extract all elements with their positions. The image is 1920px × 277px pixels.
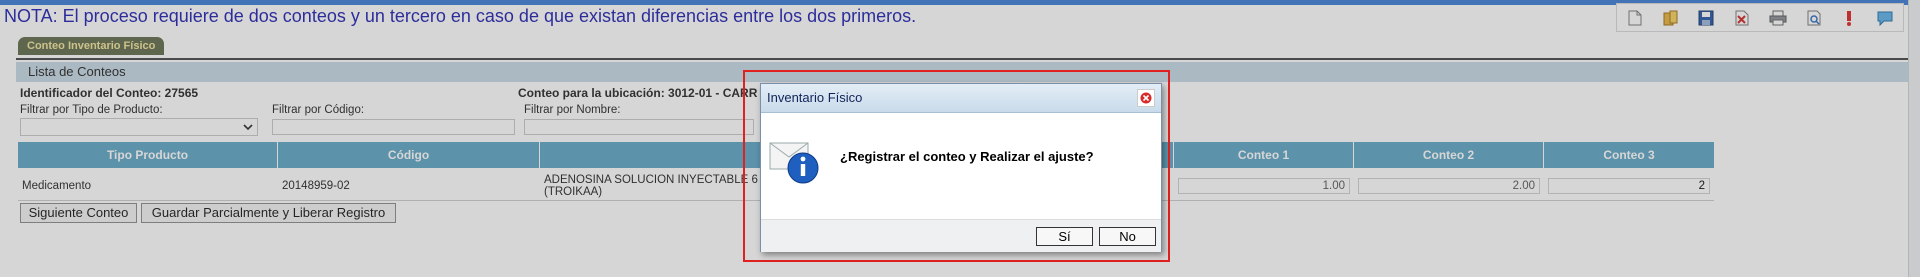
dialog-body: ¿Registrar el conteo y Realizar el ajust… bbox=[761, 113, 1161, 219]
confirm-dialog: Inventario Físico ¿Registrar el conteo y… bbox=[760, 83, 1162, 252]
close-icon[interactable] bbox=[1137, 89, 1155, 107]
no-button[interactable]: No bbox=[1099, 227, 1156, 246]
info-envelope-icon bbox=[769, 139, 821, 188]
dialog-message: ¿Registrar el conteo y Realizar el ajust… bbox=[840, 149, 1094, 164]
yes-button[interactable]: Sí bbox=[1036, 227, 1093, 246]
dialog-titlebar: Inventario Físico bbox=[761, 84, 1161, 113]
dialog-footer: Sí No bbox=[761, 219, 1161, 252]
dialog-title: Inventario Físico bbox=[767, 90, 863, 105]
